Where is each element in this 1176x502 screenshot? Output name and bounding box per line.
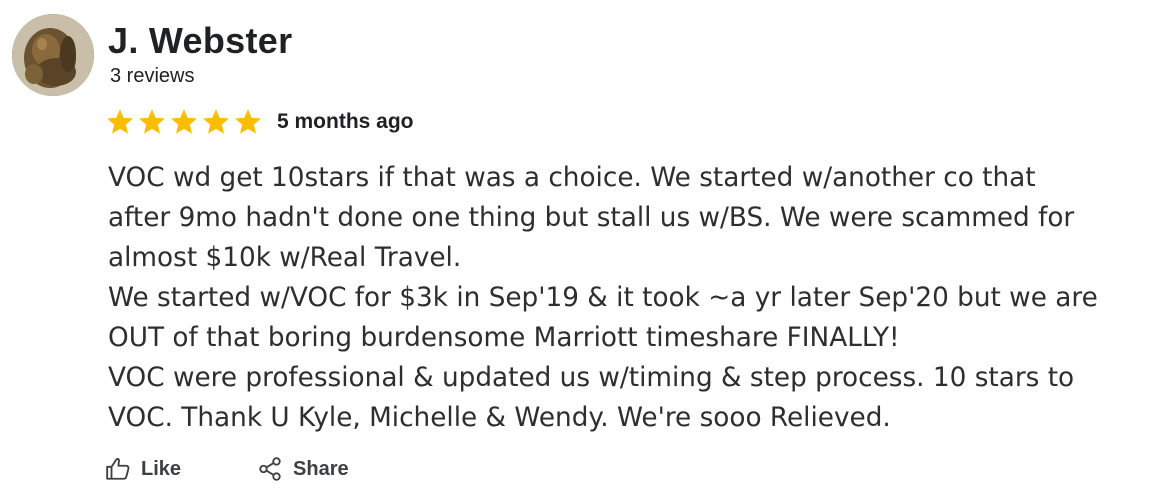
- review-line: almost $10k w/Real Travel.: [108, 243, 462, 273]
- reviewer-photo: [12, 14, 94, 96]
- review-line: after 9mo hadn't done one thing but stal…: [108, 203, 1075, 233]
- like-button[interactable]: Like: [105, 456, 181, 482]
- review-line: VOC. Thank U Kyle, Michelle & Wendy. We'…: [108, 403, 891, 433]
- reviewer-name[interactable]: J. Webster: [108, 20, 292, 62]
- like-label: Like: [141, 457, 182, 480]
- avatar[interactable]: [12, 14, 94, 96]
- star-icon: [107, 109, 133, 134]
- reviews-count: 3 reviews: [110, 65, 195, 87]
- review-time: 5 months ago: [277, 110, 414, 133]
- share-label: Share: [293, 457, 349, 480]
- share-button[interactable]: Share: [257, 456, 349, 482]
- review-actions: Like Share: [105, 456, 349, 482]
- star-icon: [203, 109, 229, 134]
- star-icon: [139, 109, 165, 134]
- rating-row: 5 months ago: [105, 104, 414, 140]
- star-icon: [171, 109, 197, 134]
- star-icon: [235, 109, 261, 134]
- review-line: VOC were professional & updated us w/tim…: [108, 363, 1075, 393]
- review-line: We started w/VOC for $3k in Sep'19 & it …: [108, 283, 1098, 313]
- share-icon: [259, 457, 281, 481]
- thumbs-up-icon: [106, 458, 130, 480]
- star-rating: [105, 107, 263, 137]
- review-line: VOC wd get 10stars if that was a choice.…: [108, 163, 1036, 193]
- review-text: VOC wd get 10stars if that was a choice.…: [108, 158, 1173, 438]
- review-line: OUT of that boring burdensome Marriott t…: [108, 323, 900, 353]
